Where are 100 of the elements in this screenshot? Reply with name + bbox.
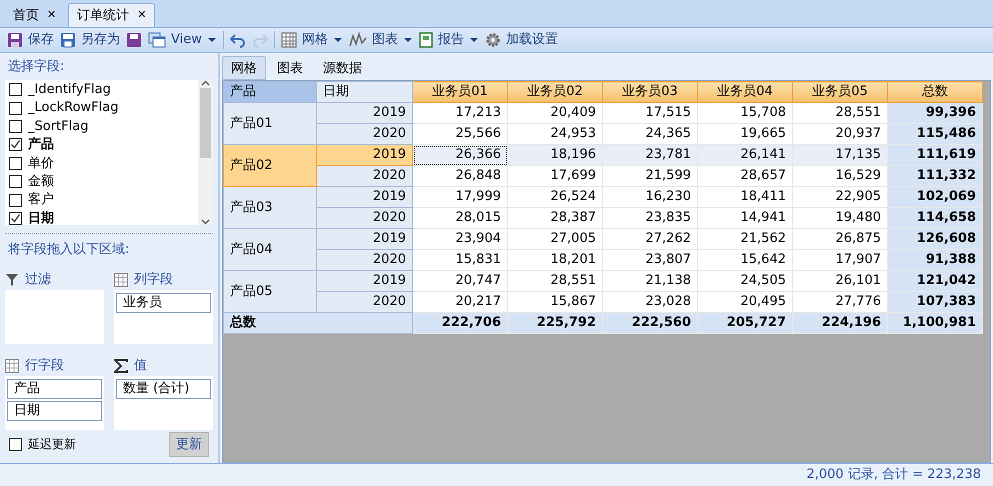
checkbox[interactable] <box>9 120 22 133</box>
row-header[interactable]: 产品01 <box>224 102 316 144</box>
field-label: 产品 <box>28 136 54 154</box>
table-cell: 28,551 <box>792 102 888 124</box>
toolbar-button[interactable]: 网格 <box>278 29 346 51</box>
table-cell: 18,196 <box>508 144 602 166</box>
column-header[interactable]: 业务员02 <box>508 82 602 102</box>
toolbar-button[interactable]: 图表 <box>346 29 416 51</box>
document-tab[interactable]: 订单统计 ✕ <box>68 3 156 27</box>
sigma-icon <box>114 359 128 373</box>
view-tab[interactable]: 网格 <box>222 56 266 80</box>
row-header-field[interactable]: 产品 <box>224 82 316 102</box>
update-button[interactable]: 更新 <box>169 432 209 457</box>
toolbar-button[interactable]: 加载设置 <box>482 29 561 51</box>
view-tab[interactable]: 源数据 <box>314 56 371 80</box>
checkbox[interactable] <box>9 438 22 451</box>
checkbox-label: 延迟更新 <box>28 436 76 454</box>
field-chip[interactable]: 产品 <box>7 379 102 399</box>
column-header[interactable]: 业务员01 <box>412 82 508 102</box>
drop-zone[interactable]: 业务员 <box>114 290 213 344</box>
field-chip[interactable]: 数量 (合计) <box>116 379 211 399</box>
scroll-up-icon <box>201 80 210 86</box>
row-header[interactable]: 2020 <box>316 208 412 228</box>
scrollbar[interactable] <box>198 80 213 224</box>
caret-icon <box>332 37 343 43</box>
scroll-down-icon <box>201 218 210 224</box>
table-cell: 23,781 <box>602 144 698 166</box>
toolbar-button[interactable]: 报告 <box>416 29 482 51</box>
column-header[interactable]: 业务员05 <box>792 82 888 102</box>
field-chip[interactable]: 日期 <box>7 401 102 421</box>
drop-zone[interactable]: 产品 日期 <box>5 376 104 430</box>
status-text: 2,000 记录, 合计 = 223,238 <box>806 466 981 484</box>
view-tab[interactable]: 图表 <box>268 56 312 80</box>
toolbar-button[interactable]: 保存 <box>4 29 57 51</box>
table-cell: 16,230 <box>602 186 698 208</box>
checkbox[interactable] <box>9 83 22 96</box>
table-cell: 27,262 <box>602 228 698 250</box>
total-cell: 115,486 <box>888 124 982 144</box>
checkbox[interactable] <box>9 156 22 170</box>
table-cell: 19,480 <box>792 208 888 228</box>
table-cell: 15,831 <box>412 250 508 270</box>
grid-icon <box>5 359 19 373</box>
field-chip[interactable]: 业务员 <box>116 293 211 313</box>
row-header[interactable]: 产品04 <box>224 228 316 270</box>
zone-label: 列字段 <box>134 271 173 290</box>
close-button[interactable]: ✕ <box>47 7 56 24</box>
row-header[interactable]: 2019 <box>316 144 412 166</box>
table-cell: 28,657 <box>698 166 792 186</box>
field-label: 日期 <box>28 210 54 224</box>
row-header[interactable]: 2020 <box>316 124 412 144</box>
total-cell: 222,706 <box>412 312 508 334</box>
checkbox[interactable] <box>9 138 22 152</box>
table-cell: 21,599 <box>602 166 698 186</box>
row-header[interactable]: 2020 <box>316 292 412 312</box>
toolbar-button[interactable]: 另存为 <box>57 29 123 51</box>
row-header[interactable]: 产品02 <box>224 144 316 186</box>
checkbox[interactable] <box>9 102 22 115</box>
close-button[interactable]: ✕ <box>137 7 146 24</box>
row-header-field[interactable]: 日期 <box>316 82 412 102</box>
checkbox[interactable] <box>9 194 22 207</box>
column-header[interactable]: 总数 <box>888 82 982 102</box>
zone-label: 值 <box>134 357 147 376</box>
column-header[interactable]: 业务员04 <box>698 82 792 102</box>
total-cell: 107,383 <box>888 292 982 312</box>
zone-label: 过滤 <box>25 271 51 290</box>
table-cell: 18,411 <box>698 186 792 208</box>
table-cell: 23,807 <box>602 250 698 270</box>
field-label: _IdentifyFlag <box>28 80 111 99</box>
table-cell: 26,524 <box>508 186 602 208</box>
table-cell: 17,907 <box>792 250 888 270</box>
row-header[interactable]: 2019 <box>316 186 412 208</box>
total-cell: 225,792 <box>508 312 602 334</box>
caret-icon <box>206 37 217 43</box>
row-header[interactable]: 产品05 <box>224 270 316 312</box>
row-header[interactable]: 2019 <box>316 228 412 250</box>
table-cell: 26,101 <box>792 270 888 292</box>
row-header[interactable]: 2020 <box>316 250 412 270</box>
table-cell: 23,835 <box>602 208 698 228</box>
report-icon <box>418 32 433 48</box>
row-header[interactable]: 2019 <box>316 102 412 124</box>
toolbar-button[interactable]: View <box>145 29 220 51</box>
undo-icon <box>230 32 246 48</box>
windows-icon <box>148 32 166 48</box>
checkbox[interactable] <box>9 175 22 188</box>
row-header[interactable]: 2020 <box>316 166 412 186</box>
grid-icon <box>114 273 128 287</box>
field-label: _LockRowFlag <box>28 99 118 118</box>
column-header[interactable]: 业务员03 <box>602 82 698 102</box>
total-cell: 121,042 <box>888 270 982 292</box>
checkbox[interactable] <box>9 212 22 224</box>
drop-zone[interactable]: 数量 (合计) <box>114 376 213 430</box>
caret-icon <box>468 37 479 43</box>
table-cell: 26,141 <box>698 144 792 166</box>
row-header[interactable]: 产品03 <box>224 186 316 228</box>
row-header[interactable]: 2019 <box>316 270 412 292</box>
zone-label: 行字段 <box>25 357 64 376</box>
table-cell: 17,135 <box>792 144 888 166</box>
document-tab[interactable]: 首页 ✕ <box>4 3 66 27</box>
save-icon <box>7 32 23 48</box>
total-cell: 224,196 <box>792 312 888 334</box>
